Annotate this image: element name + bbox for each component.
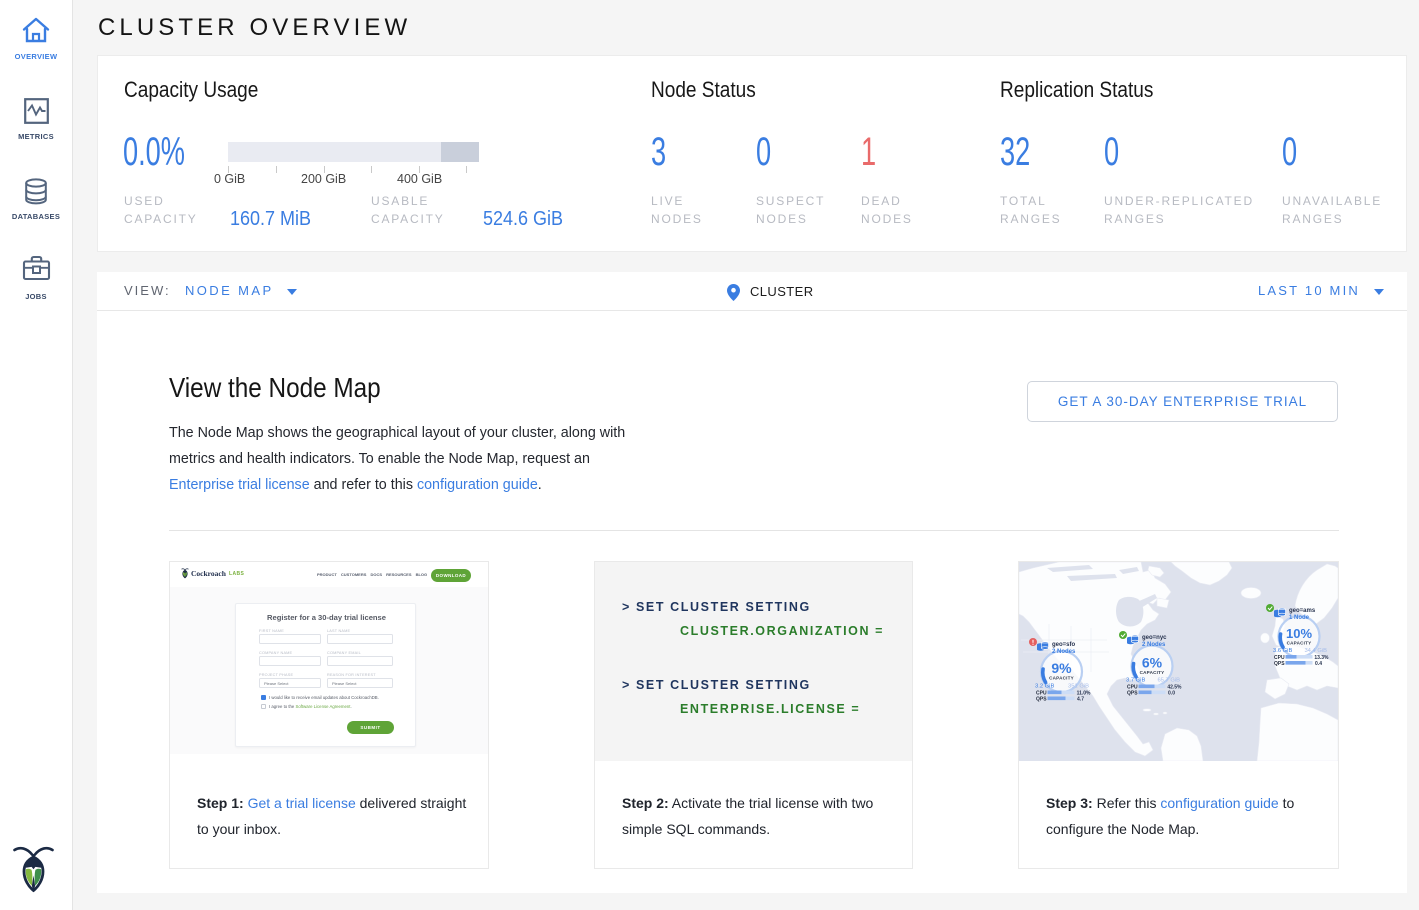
svg-text:10%: 10% bbox=[1286, 626, 1312, 641]
svg-text:CAPACITY: CAPACITY bbox=[1049, 676, 1074, 681]
svg-text:2 Nodes: 2 Nodes bbox=[1142, 642, 1166, 648]
svg-text:0.0: 0.0 bbox=[1168, 691, 1175, 697]
svg-text:1 Node: 1 Node bbox=[1289, 615, 1310, 621]
svg-text:3.2 GiB: 3.2 GiB bbox=[1035, 684, 1054, 690]
svg-text:geo=sfo: geo=sfo bbox=[1052, 642, 1076, 648]
svg-text:QPS: QPS bbox=[1127, 691, 1138, 697]
svg-text:geo=ams: geo=ams bbox=[1289, 608, 1316, 614]
svg-text:34.4 GiB: 34.4 GiB bbox=[1304, 648, 1327, 654]
svg-text:2 Nodes: 2 Nodes bbox=[1052, 649, 1076, 655]
svg-text:CAPACITY: CAPACITY bbox=[1140, 670, 1165, 675]
svg-text:65.7 GiB: 65.7 GiB bbox=[1157, 678, 1180, 684]
svg-text:CAPACITY: CAPACITY bbox=[1287, 641, 1312, 646]
svg-text:6%: 6% bbox=[1142, 655, 1163, 671]
svg-text:9%: 9% bbox=[1051, 660, 1072, 676]
svg-text:0.4: 0.4 bbox=[1315, 661, 1322, 667]
svg-text:QPS: QPS bbox=[1036, 697, 1047, 703]
svg-text:3.7 GiB: 3.7 GiB bbox=[1126, 678, 1145, 684]
svg-text:351 GiB: 351 GiB bbox=[1068, 684, 1089, 690]
svg-text:4.7: 4.7 bbox=[1077, 697, 1084, 703]
svg-text:geo=nyc: geo=nyc bbox=[1142, 635, 1167, 641]
svg-text:3.6 GiB: 3.6 GiB bbox=[1273, 648, 1292, 654]
svg-text:QPS: QPS bbox=[1274, 661, 1285, 667]
